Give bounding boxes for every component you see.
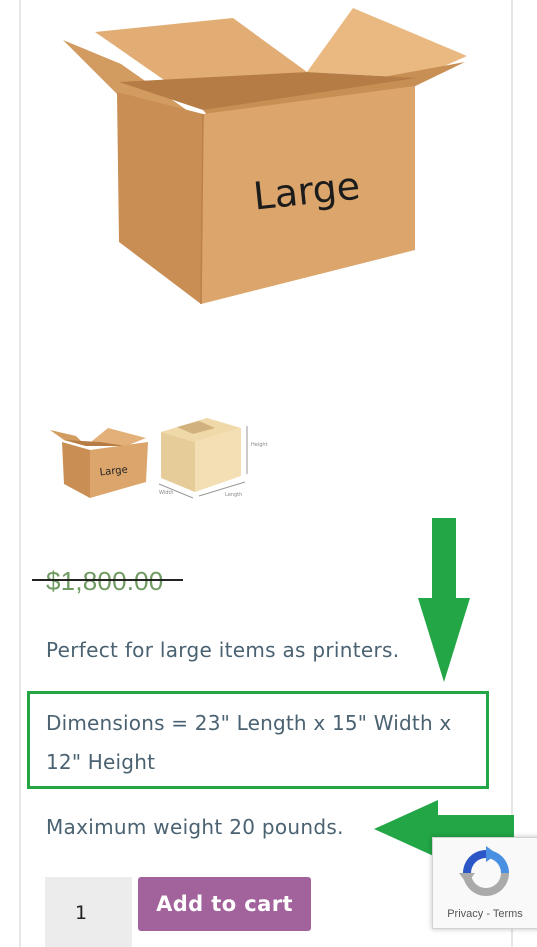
product-thumbnail-dimensions[interactable]: Height Length Width [155, 412, 271, 502]
annotation-arrow-down-icon [418, 518, 470, 682]
price-strikethrough [32, 579, 183, 581]
product-description: Perfect for large items as printers. [46, 638, 400, 662]
recaptcha-terms-link[interactable]: Terms [493, 908, 523, 920]
product-main-image[interactable]: Large [55, 4, 475, 314]
recaptcha-links: Privacy - Terms [433, 908, 537, 920]
dimension-height-label: Height [251, 442, 268, 448]
add-to-cart-button[interactable]: Add to cart [138, 877, 311, 931]
recaptcha-separator: - [483, 908, 493, 920]
recaptcha-icon [459, 846, 509, 896]
recaptcha-privacy-link[interactable]: Privacy [447, 908, 483, 920]
quantity-input[interactable] [45, 877, 132, 947]
product-price: $1,800.00 [46, 566, 164, 596]
dimension-length-label: Length [225, 492, 242, 498]
product-dimensions: Dimensions = 23" Length x 15" Width x 12… [46, 711, 452, 774]
recaptcha-badge[interactable]: Privacy - Terms [432, 837, 537, 929]
card-left-border [19, 0, 21, 947]
dimension-width-label: Width [159, 490, 174, 496]
box-side-face [117, 92, 203, 304]
product-thumbnail-large-box[interactable]: Large [46, 418, 152, 502]
product-max-weight: Maximum weight 20 pounds. [46, 815, 344, 839]
